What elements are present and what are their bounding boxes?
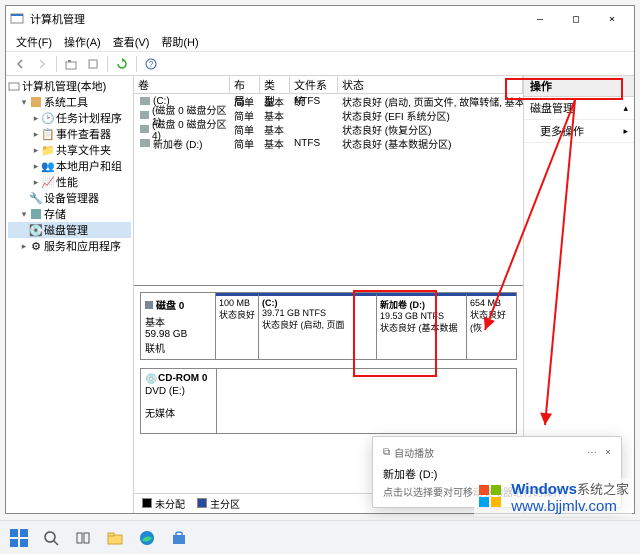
tree-storage[interactable]: ▾存储 bbox=[8, 206, 131, 222]
tree-disk-management[interactable]: 💽磁盘管理 bbox=[8, 222, 131, 238]
volume-row[interactable]: (磁盘 0 磁盘分区 4)简单基本状态良好 (恢复分区) bbox=[134, 122, 523, 136]
start-button[interactable] bbox=[6, 525, 32, 551]
volume-row[interactable]: 新加卷 (D:)简单基本NTFS状态良好 (基本数据分区) bbox=[134, 136, 523, 150]
refresh-button[interactable] bbox=[112, 54, 132, 74]
search-button[interactable] bbox=[38, 525, 64, 551]
disk-partition[interactable]: (C:)39.71 GB NTFS状态良好 (启动, 页面 bbox=[258, 293, 376, 359]
window-title: 计算机管理 bbox=[30, 11, 522, 27]
edge-button[interactable] bbox=[134, 525, 160, 551]
menu-file[interactable]: 文件(F) bbox=[10, 34, 58, 50]
minimize-button[interactable]: — bbox=[522, 6, 558, 32]
toast-app: 自动播放 bbox=[394, 445, 434, 460]
toast-close-button[interactable]: × bbox=[605, 447, 611, 458]
disk-partition[interactable]: 新加卷 (D:)19.53 GB NTFS状态良好 (基本数据 bbox=[376, 293, 466, 359]
menubar: 文件(F) 操作(A) 查看(V) 帮助(H) bbox=[6, 32, 634, 52]
tree-performance[interactable]: ▸📈性能 bbox=[8, 174, 131, 190]
disk-partition[interactable]: 654 MB状态良好 (恢 bbox=[466, 293, 516, 359]
disk-0-row[interactable]: 磁盘 0 基本 59.98 GB 联机 100 MB状态良好(C:)39.71 … bbox=[140, 292, 517, 360]
volume-header: 卷 布局 类型 文件系统 状态 bbox=[134, 76, 523, 94]
maximize-button[interactable]: □ bbox=[558, 6, 594, 32]
menu-view[interactable]: 查看(V) bbox=[107, 34, 156, 50]
back-button[interactable] bbox=[10, 54, 30, 74]
actions-header: 操作 bbox=[524, 76, 634, 97]
menu-help[interactable]: 帮助(H) bbox=[155, 34, 204, 50]
cdrom-row[interactable]: 💿CD-ROM 0 DVD (E:) 无媒体 bbox=[140, 368, 517, 434]
taskview-button[interactable] bbox=[70, 525, 96, 551]
properties-button[interactable] bbox=[83, 54, 103, 74]
up-button[interactable] bbox=[61, 54, 81, 74]
windows-logo-icon bbox=[477, 483, 505, 511]
volume-list[interactable]: 卷 布局 类型 文件系统 状态 (C:)简单基本NTFS状态良好 (启动, 页面… bbox=[134, 76, 523, 286]
chevron-up-icon: ▴ bbox=[623, 103, 628, 114]
tree-system-tools[interactable]: ▾系统工具 bbox=[8, 94, 131, 110]
tree-root[interactable]: 计算机管理(本地) bbox=[8, 78, 131, 94]
tree-shared-folders[interactable]: ▸📁共享文件夹 bbox=[8, 142, 131, 158]
explorer-button[interactable] bbox=[102, 525, 128, 551]
nav-tree[interactable]: 计算机管理(本地) ▾系统工具 ▸🕑任务计划程序 ▸📋事件查看器 ▸📁共享文件夹… bbox=[6, 76, 134, 513]
tree-event-viewer[interactable]: ▸📋事件查看器 bbox=[8, 126, 131, 142]
toolbar: ? bbox=[6, 52, 634, 76]
tree-services-apps[interactable]: ▸⚙服务和应用程序 bbox=[8, 238, 131, 254]
actions-more[interactable]: 更多操作▸ bbox=[524, 120, 634, 143]
disk-partition[interactable]: 100 MB状态良好 bbox=[216, 293, 258, 359]
actions-section-diskmgmt[interactable]: 磁盘管理▴ bbox=[524, 97, 634, 120]
store-button[interactable] bbox=[166, 525, 192, 551]
cdrom-info: 💿CD-ROM 0 DVD (E:) 无媒体 bbox=[141, 369, 217, 433]
disk-0-info: 磁盘 0 基本 59.98 GB 联机 bbox=[141, 293, 216, 359]
app-icon bbox=[10, 12, 24, 26]
menu-action[interactable]: 操作(A) bbox=[58, 34, 107, 50]
autoplay-icon: ⧉ bbox=[383, 447, 390, 458]
toast-menu[interactable]: ··· bbox=[587, 447, 597, 458]
watermark: Windows系统之家 www.bjjmlv.com bbox=[474, 478, 632, 516]
tree-device-manager[interactable]: 🔧设备管理器 bbox=[8, 190, 131, 206]
tree-task-scheduler[interactable]: ▸🕑任务计划程序 bbox=[8, 110, 131, 126]
chevron-right-icon: ▸ bbox=[623, 126, 628, 137]
help-button[interactable]: ? bbox=[141, 54, 161, 74]
titlebar: 计算机管理 — □ × bbox=[6, 6, 634, 32]
forward-button[interactable] bbox=[32, 54, 52, 74]
svg-text:?: ? bbox=[149, 60, 154, 69]
close-button[interactable]: × bbox=[594, 6, 630, 32]
tree-local-users[interactable]: ▸👥本地用户和组 bbox=[8, 158, 131, 174]
taskbar[interactable] bbox=[0, 520, 640, 554]
